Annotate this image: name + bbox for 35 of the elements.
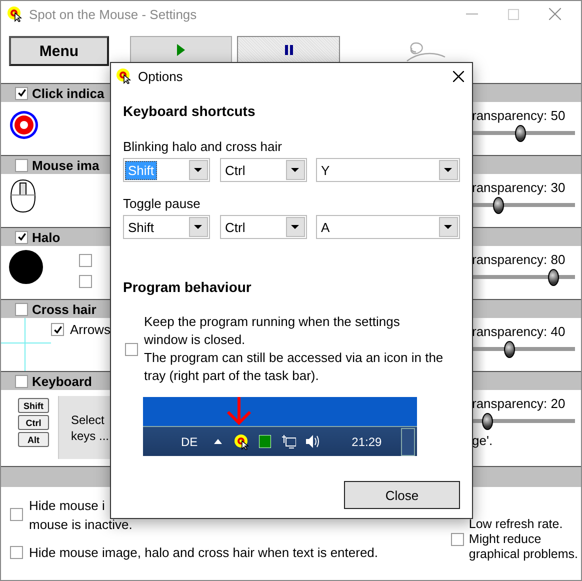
language-indicator[interactable]: DE — [181, 434, 198, 448]
window-title: Spot on the Mouse - Settings — [29, 6, 197, 22]
option-label: Hide mouse i mouse is inactive. — [29, 496, 132, 534]
section-title: Keyboard — [32, 374, 92, 388]
menu-button[interactable]: Menu — [9, 36, 109, 66]
option-label: Low refresh rate. Might reduce graphical problems. — [468, 517, 578, 562]
key-dropdown[interactable]: Shift — [123, 215, 210, 239]
option-label: Hide mouse image, halo and cross hair when text is entered. — [29, 544, 378, 562]
key-button[interactable]: Ctrl — [18, 415, 49, 430]
transparency-label: ransparency: 50 — [472, 108, 566, 123]
shortcut-label: Blinking halo and cross hair — [123, 139, 283, 154]
key-button[interactable]: Shift — [18, 398, 49, 413]
section-title: Halo — [32, 230, 60, 244]
key-button[interactable]: Alt — [18, 432, 49, 447]
note-text: ge'. — [472, 433, 494, 448]
key-dropdown[interactable]: Y — [316, 158, 460, 182]
transparency-label: ransparency: 20 — [472, 396, 566, 411]
close-button[interactable]: Close — [344, 481, 460, 509]
transparency-label: ransparency: 80 — [472, 252, 566, 267]
option-label: Keep the program running when the settings window is closed. The program can still be accessed via an icon in the tray (right part of the task bar). — [144, 313, 444, 385]
transparency-label: ransparency: 30 — [472, 180, 566, 195]
section-title: Click indica — [32, 86, 104, 100]
section-heading: Program behaviour — [123, 279, 252, 295]
section-title: Mouse ima — [32, 158, 100, 172]
section-title: Cross hair — [32, 302, 96, 316]
dialog-title: Options — [138, 68, 183, 84]
transparency-label: ransparency: 40 — [472, 324, 566, 339]
shortcut-label: Toggle pause — [123, 196, 202, 211]
key-dropdown[interactable]: Ctrl — [220, 215, 307, 239]
section-heading: Keyboard shortcuts — [123, 103, 256, 119]
option-label: Arrows — [70, 322, 110, 337]
select-keys-button[interactable]: Select keys ... — [58, 396, 111, 459]
key-dropdown[interactable]: A — [316, 215, 460, 239]
key-dropdown[interactable]: Ctrl — [220, 158, 307, 182]
clock-text[interactable]: 21:29 — [352, 434, 382, 448]
